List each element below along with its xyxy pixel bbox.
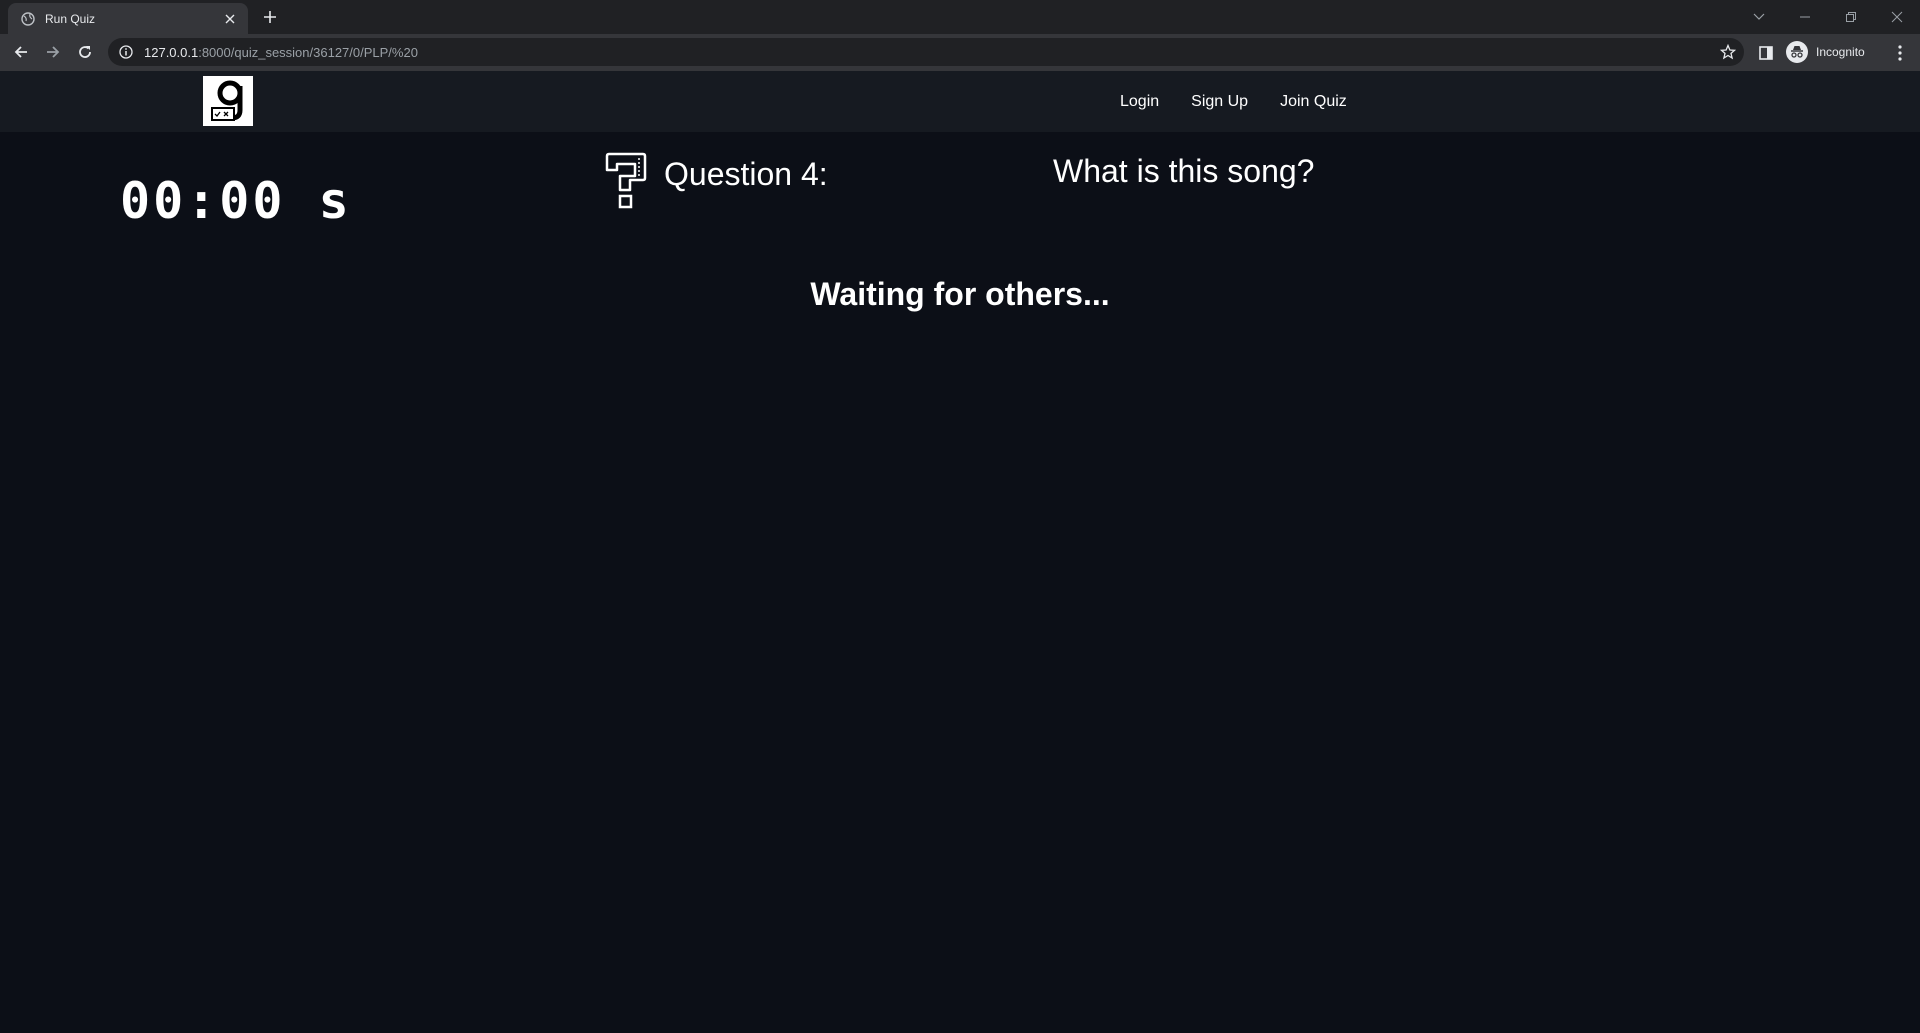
waiting-status: Waiting for others...: [810, 276, 1110, 312]
question-mark-icon: [605, 152, 647, 209]
minimize-button[interactable]: [1782, 0, 1828, 34]
arrow-left-icon: [14, 46, 27, 58]
browser-tab[interactable]: Run Quiz: [8, 3, 248, 34]
site-logo[interactable]: [203, 76, 253, 126]
url-host: 127.0.0.1: [144, 44, 199, 60]
question-text: What is this song?: [1053, 153, 1315, 189]
arrow-right-icon: [47, 46, 60, 58]
quiz-logo-icon: [211, 80, 243, 121]
restore-icon: [1846, 12, 1856, 22]
plus-icon: [264, 11, 276, 23]
incognito-icon: [1786, 41, 1808, 63]
restore-button[interactable]: [1828, 0, 1874, 34]
nav-links: Login Sign Up Join Quiz: [1120, 71, 1379, 132]
new-tab-button[interactable]: [260, 7, 280, 27]
site-navbar: Login Sign Up Join Quiz: [0, 71, 1920, 132]
reload-icon: [79, 46, 91, 58]
nav-login-link[interactable]: Login: [1120, 93, 1159, 111]
url-text: 127.0.0.1:8000/quiz_session/36127/0/PLP/…: [144, 45, 418, 60]
question-number: Question 4:: [664, 156, 828, 192]
bookmark-star-icon[interactable]: [1720, 44, 1736, 60]
close-icon: [1891, 11, 1903, 23]
forward-button[interactable]: [40, 39, 66, 65]
countdown-timer: 00:00 s: [120, 172, 352, 230]
nav-join-quiz-link[interactable]: Join Quiz: [1280, 93, 1347, 111]
close-tab-icon[interactable]: [222, 11, 238, 27]
back-button[interactable]: [8, 39, 34, 65]
close-window-button[interactable]: [1874, 0, 1920, 34]
browser-toolbar: 127.0.0.1:8000/quiz_session/36127/0/PLP/…: [0, 34, 1920, 72]
reload-button[interactable]: [72, 39, 98, 65]
url-path: :8000/quiz_session/36127/0/PLP/%20: [198, 44, 418, 60]
tab-search-button[interactable]: [1736, 0, 1782, 34]
minimize-icon: [1800, 16, 1810, 18]
browser-tab-strip: Run Quiz: [0, 0, 1920, 34]
address-bar[interactable]: 127.0.0.1:8000/quiz_session/36127/0/PLP/…: [108, 38, 1744, 66]
info-icon[interactable]: [118, 44, 134, 60]
tab-title: Run Quiz: [45, 11, 96, 26]
incognito-indicator[interactable]: Incognito: [1786, 40, 1865, 64]
side-panel-icon[interactable]: [1758, 45, 1774, 61]
nav-signup-link[interactable]: Sign Up: [1191, 93, 1248, 111]
chevron-down-icon: [1753, 13, 1765, 20]
globe-icon: [21, 11, 35, 26]
window-controls: [1736, 0, 1920, 34]
kebab-menu-icon[interactable]: [1892, 44, 1908, 62]
incognito-label: Incognito: [1816, 45, 1865, 59]
